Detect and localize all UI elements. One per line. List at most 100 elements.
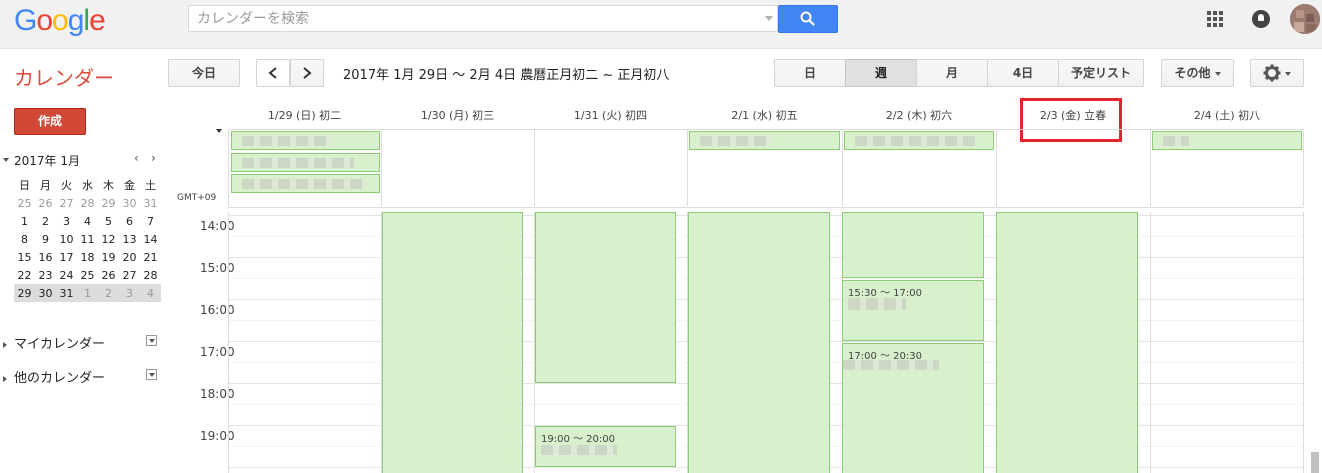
event-block[interactable] bbox=[996, 212, 1138, 473]
mini-day[interactable]: 3 bbox=[56, 212, 77, 230]
mini-day[interactable]: 7 bbox=[140, 212, 161, 230]
more-button[interactable]: その他 bbox=[1161, 59, 1234, 87]
mini-day[interactable]: 15 bbox=[14, 248, 35, 266]
event-block[interactable] bbox=[382, 212, 523, 473]
today-button[interactable]: 今日 bbox=[168, 59, 240, 87]
search-options-caret-icon[interactable] bbox=[765, 16, 773, 21]
mini-day[interactable]: 27 bbox=[119, 266, 140, 284]
event-block[interactable] bbox=[842, 212, 984, 278]
mini-day[interactable]: 22 bbox=[14, 266, 35, 284]
my-calendars-toggle[interactable]: マイカレンダー bbox=[3, 333, 105, 352]
mini-day[interactable]: 12 bbox=[98, 230, 119, 248]
mini-day[interactable]: 2 bbox=[35, 212, 56, 230]
collapse-arrow-icon[interactable] bbox=[3, 158, 9, 162]
mini-day[interactable]: 21 bbox=[140, 248, 161, 266]
mini-next-month-icon[interactable]: › bbox=[151, 151, 156, 165]
mini-day[interactable]: 25 bbox=[14, 194, 35, 212]
mini-day[interactable]: 30 bbox=[119, 194, 140, 212]
mini-day[interactable]: 28 bbox=[140, 266, 161, 284]
allday-event[interactable] bbox=[689, 131, 840, 150]
allday-event[interactable] bbox=[231, 153, 380, 172]
event-block[interactable]: 15:30 ～ 17:00 bbox=[842, 280, 984, 341]
mini-day[interactable]: 24 bbox=[56, 266, 77, 284]
mini-week-row: 25 26 27 28 29 30 31 bbox=[14, 194, 161, 212]
mini-day[interactable]: 3 bbox=[119, 284, 140, 302]
create-event-button[interactable]: 作成 bbox=[14, 108, 86, 135]
event-block[interactable] bbox=[688, 212, 830, 473]
mini-day[interactable]: 2 bbox=[98, 284, 119, 302]
mini-day[interactable]: 14 bbox=[140, 230, 161, 248]
day-header-mon[interactable]: 1/30 (月) 初三 bbox=[381, 106, 534, 126]
mini-day[interactable]: 30 bbox=[35, 284, 56, 302]
mini-day[interactable]: 13 bbox=[119, 230, 140, 248]
notifications-bell-icon[interactable] bbox=[1252, 10, 1270, 28]
allday-event[interactable] bbox=[231, 174, 380, 193]
view-week-button[interactable]: 週 bbox=[845, 59, 917, 87]
mini-day[interactable]: 18 bbox=[77, 248, 98, 266]
mini-day[interactable]: 25 bbox=[77, 266, 98, 284]
my-calendars-menu-icon[interactable] bbox=[146, 335, 157, 346]
mini-day[interactable]: 4 bbox=[140, 284, 161, 302]
day-header-sun[interactable]: 1/29 (日) 初二 bbox=[228, 106, 381, 126]
view-month-button[interactable]: 月 bbox=[916, 59, 988, 87]
mini-day[interactable]: 11 bbox=[77, 230, 98, 248]
mini-week-row: 1 2 3 4 5 6 7 bbox=[14, 212, 161, 230]
mini-day[interactable]: 5 bbox=[98, 212, 119, 230]
redacted-text bbox=[855, 136, 975, 146]
mini-day[interactable]: 26 bbox=[35, 194, 56, 212]
search-button[interactable] bbox=[778, 5, 838, 33]
mini-day[interactable]: 29 bbox=[98, 194, 119, 212]
allday-divider bbox=[1303, 129, 1304, 206]
event-block[interactable] bbox=[535, 212, 676, 383]
google-logo[interactable]: Google bbox=[14, 4, 106, 38]
mini-day[interactable]: 20 bbox=[119, 248, 140, 266]
other-calendars-toggle[interactable]: 他のカレンダー bbox=[3, 367, 105, 386]
next-week-button[interactable] bbox=[290, 59, 324, 87]
apps-grid-icon[interactable] bbox=[1207, 11, 1223, 27]
allday-event[interactable] bbox=[231, 131, 380, 150]
mini-day[interactable]: 29 bbox=[14, 284, 35, 302]
mini-prev-month-icon[interactable]: ‹ bbox=[134, 151, 139, 165]
scrollbar-thumb[interactable] bbox=[1311, 452, 1319, 473]
day-header-tue[interactable]: 1/31 (火) 初四 bbox=[534, 106, 687, 126]
mini-day[interactable]: 16 bbox=[35, 248, 56, 266]
mini-day[interactable]: 26 bbox=[98, 266, 119, 284]
mini-day[interactable]: 8 bbox=[14, 230, 35, 248]
day-header-sat[interactable]: 2/4 (土) 初八 bbox=[1150, 106, 1304, 126]
avatar[interactable] bbox=[1290, 4, 1320, 34]
mini-day[interactable]: 4 bbox=[77, 212, 98, 230]
event-block[interactable]: 17:00 ～ 20:30 bbox=[842, 343, 984, 473]
chevron-left-icon bbox=[268, 67, 277, 79]
weekday-label: 金 bbox=[124, 179, 135, 192]
allday-collapse-icon[interactable] bbox=[216, 129, 222, 133]
mini-day[interactable]: 6 bbox=[119, 212, 140, 230]
view-day-button[interactable]: 日 bbox=[774, 59, 846, 87]
mini-day[interactable]: 31 bbox=[56, 284, 77, 302]
view-4day-button[interactable]: 4日 bbox=[987, 59, 1059, 87]
mini-day[interactable]: 23 bbox=[35, 266, 56, 284]
weekday-label: 水 bbox=[82, 179, 93, 192]
redacted-text bbox=[848, 298, 906, 310]
mini-day[interactable]: 10 bbox=[56, 230, 77, 248]
allday-divider bbox=[996, 129, 997, 206]
allday-event[interactable] bbox=[844, 131, 994, 150]
mini-day[interactable]: 1 bbox=[14, 212, 35, 230]
settings-button[interactable] bbox=[1250, 59, 1304, 87]
day-header-thu[interactable]: 2/2 (木) 初六 bbox=[842, 106, 996, 126]
time-grid[interactable]: 14:00 15:00 16:00 17:00 18:00 19:00 19:0… bbox=[170, 212, 1304, 473]
view-agenda-button[interactable]: 予定リスト bbox=[1058, 59, 1144, 87]
prev-week-button[interactable] bbox=[256, 59, 290, 87]
search-input[interactable] bbox=[189, 6, 767, 31]
mini-day[interactable]: 9 bbox=[35, 230, 56, 248]
mini-day[interactable]: 19 bbox=[98, 248, 119, 266]
mini-day[interactable]: 28 bbox=[77, 194, 98, 212]
mini-day[interactable]: 27 bbox=[56, 194, 77, 212]
other-calendars-menu-icon[interactable] bbox=[146, 369, 157, 380]
weekday-label: 木 bbox=[103, 179, 114, 192]
mini-day[interactable]: 31 bbox=[140, 194, 161, 212]
allday-event[interactable] bbox=[1152, 131, 1302, 150]
day-header-wed[interactable]: 2/1 (水) 初五 bbox=[687, 106, 842, 126]
event-block[interactable]: 19:00 ～ 20:00 bbox=[535, 426, 676, 467]
mini-day[interactable]: 1 bbox=[77, 284, 98, 302]
mini-day[interactable]: 17 bbox=[56, 248, 77, 266]
